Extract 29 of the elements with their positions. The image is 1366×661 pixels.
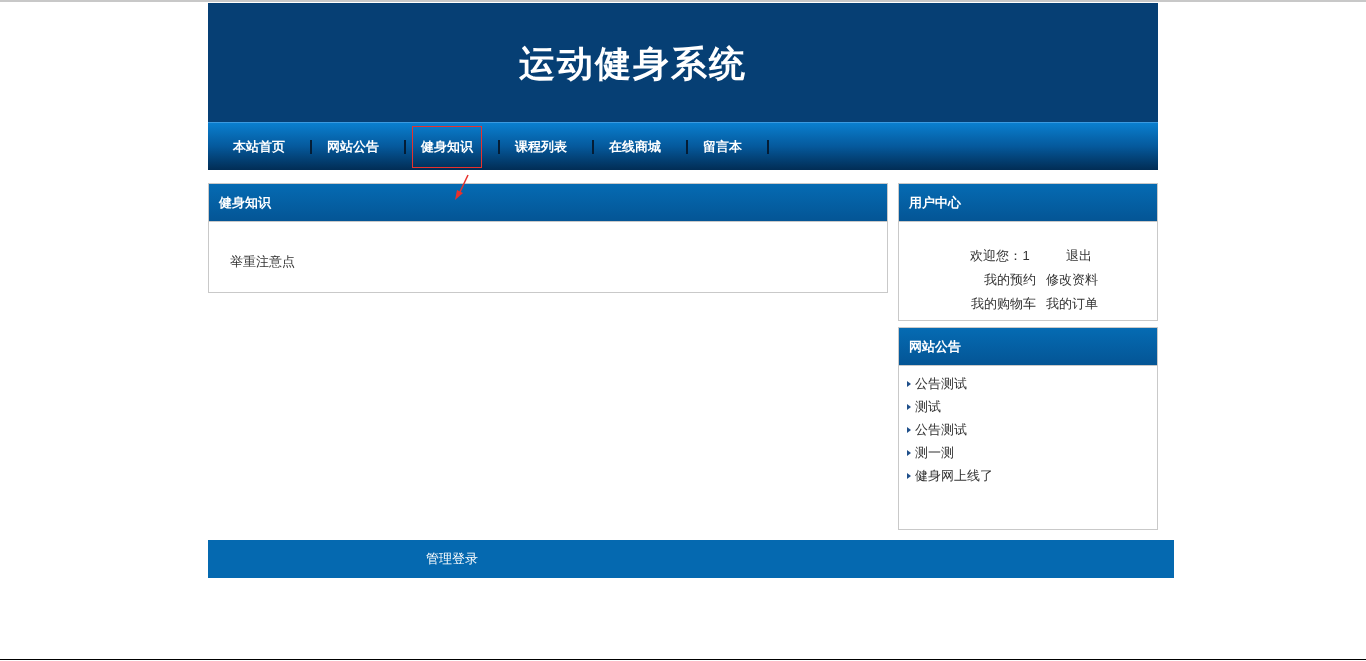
panel-title: 用户中心 [909,193,961,212]
notice-link[interactable]: 健身网上线了 [915,466,993,486]
panel-title: 网站公告 [909,337,961,356]
panel-title: 健身知识 [219,193,271,212]
bullet-icon [907,404,911,410]
user-link[interactable]: 我的购物车 [971,294,1036,314]
bullet-icon [907,381,911,387]
nav-link[interactable]: 留言本 [694,125,751,168]
bullet-icon [907,450,911,456]
bullet-icon [907,473,911,479]
site-title: 运动健身系统 [519,40,747,86]
nav-link[interactable]: 网站公告 [318,125,388,168]
user-link[interactable]: 修改资料 [1046,270,1098,290]
nav-link[interactable]: 本站首页 [224,125,294,168]
logout-link[interactable]: 退出 [1065,246,1092,266]
welcome-text: 欢迎您：1 [970,247,1030,265]
annotation-arrow-icon [454,174,470,201]
nav-link[interactable]: 在线商城 [600,125,670,168]
notice-link[interactable]: 公告测试 [915,374,967,394]
notice-link[interactable]: 测一测 [915,443,954,463]
article-link[interactable]: 举重注意点 [230,252,866,272]
user-link[interactable]: 我的订单 [1046,294,1098,314]
admin-login-link[interactable]: 管理登录 [426,549,478,569]
notice-link[interactable]: 测试 [915,397,941,417]
nav-link[interactable]: 健身知识 [412,125,482,168]
user-link[interactable]: 我的预约 [984,270,1036,290]
notice-link[interactable]: 公告测试 [915,420,967,440]
bullet-icon [907,427,911,433]
nav-link[interactable]: 课程列表 [506,125,576,168]
